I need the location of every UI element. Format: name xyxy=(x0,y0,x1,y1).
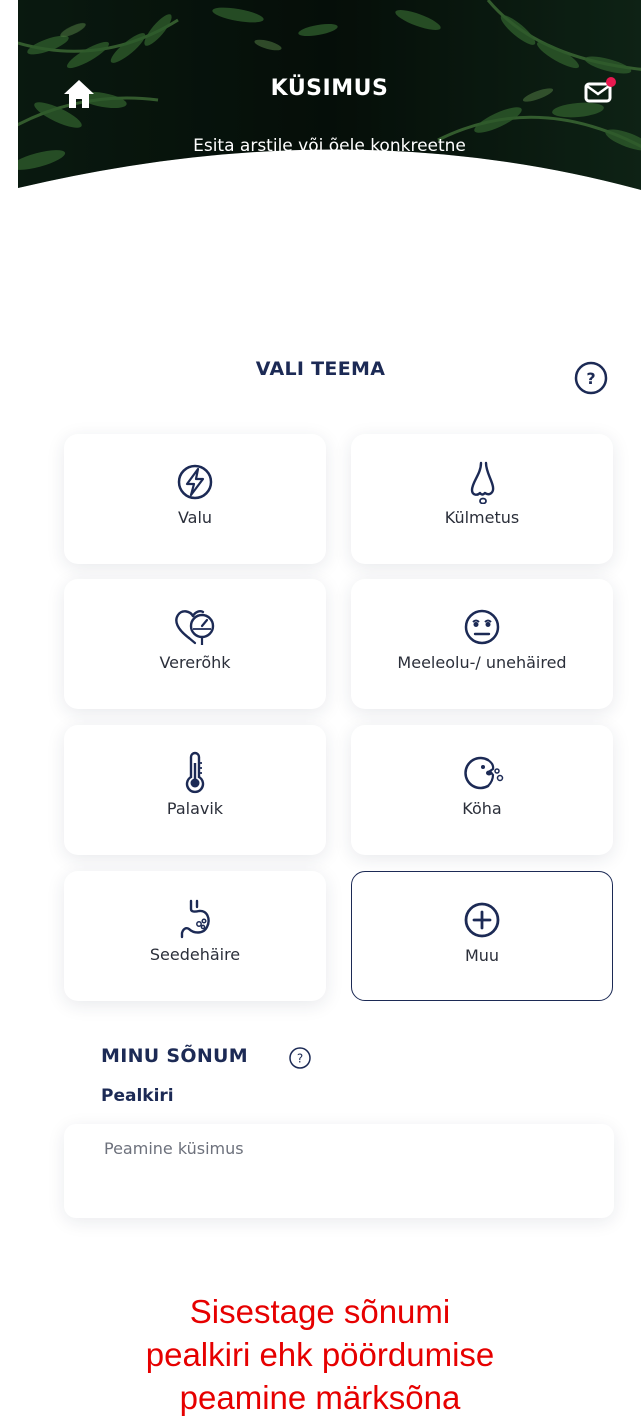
instruction-line1: Sisestage sõnumi xyxy=(189,1293,451,1330)
messages-button[interactable] xyxy=(583,75,619,105)
topic-card-meeleolu[interactable]: Meeleolu-/ unehäired xyxy=(351,579,613,709)
instruction-line2: pealkiri ehk pöördumise xyxy=(145,1336,495,1373)
lightning-circle-icon xyxy=(177,464,213,500)
svg-text:?: ? xyxy=(586,369,595,388)
stomach-icon xyxy=(180,899,210,939)
topic-label: Meeleolu-/ unehäired xyxy=(397,653,567,672)
topic-card-muu[interactable]: Muu xyxy=(351,871,613,1001)
topic-section-title: VALI TEEMA xyxy=(255,358,386,380)
page-header: KÜSIMUS Esita arstile või õele konkreetn… xyxy=(18,0,641,215)
heart-gauge-icon xyxy=(175,610,215,645)
topic-label: Valu xyxy=(177,508,213,527)
svg-text:?: ? xyxy=(297,1052,303,1066)
title-input[interactable] xyxy=(102,1138,586,1159)
mail-icon xyxy=(584,77,616,103)
topic-label: Muu xyxy=(464,946,500,965)
question-circle-icon: ? xyxy=(574,361,608,395)
message-help-button[interactable]: ? xyxy=(288,1046,312,1070)
question-circle-icon: ? xyxy=(289,1047,311,1069)
topic-card-palavik[interactable]: Palavik xyxy=(64,725,326,855)
page-title: KÜSIMUS xyxy=(270,76,389,101)
message-section-title: MINU SÕNUM xyxy=(101,1045,248,1067)
topic-card-vererohk[interactable]: Vererõhk xyxy=(64,579,326,709)
title-input-box[interactable] xyxy=(64,1124,614,1218)
topic-card-kulmetus[interactable]: Külmetus xyxy=(351,434,613,564)
instruction-line3: peamine märksõna xyxy=(179,1379,461,1416)
topic-label: Köha xyxy=(462,799,502,818)
topic-label: Külmetus xyxy=(444,508,520,527)
topic-card-valu[interactable]: Valu xyxy=(64,434,326,564)
coughing-head-icon xyxy=(464,756,504,790)
thermometer-icon xyxy=(185,751,205,794)
page-subtitle: Esita arstile või õele konkreetne tervis… xyxy=(18,127,641,205)
topic-label: Vererõhk xyxy=(159,653,231,672)
page-subtitle-line1: Esita arstile või õele konkreetne xyxy=(193,136,466,156)
plus-circle-icon xyxy=(464,902,500,938)
instruction-text: Sisestage sõnumi pealkiri ehk pöördumise… xyxy=(60,1290,580,1419)
topic-label: Seedehäire xyxy=(149,945,241,964)
nose-icon xyxy=(470,461,495,504)
topic-label: Palavik xyxy=(166,799,224,818)
topic-card-seedehaire[interactable]: Seedehäire xyxy=(64,871,326,1001)
notification-dot-icon xyxy=(606,77,616,87)
title-field-label: Pealkiri xyxy=(101,1086,174,1106)
topic-help-button[interactable]: ? xyxy=(573,360,609,396)
sleepy-face-icon xyxy=(464,609,500,645)
topic-card-koha[interactable]: Köha xyxy=(351,725,613,855)
page-subtitle-line2: terviseteemaline küsimus xyxy=(220,175,439,195)
